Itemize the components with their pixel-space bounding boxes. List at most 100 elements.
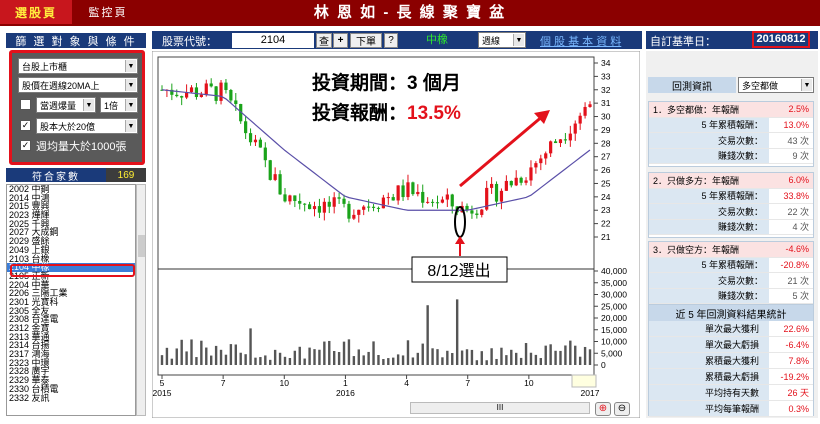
candle-body	[189, 87, 194, 93]
row-label: 5 年累積報酬：	[649, 188, 769, 203]
backtest-section: 1．多空都做：年報酬 2.5% 5 年累積報酬： 13.0% 交易次數： 43 次賺錢次數…	[648, 101, 814, 167]
base-date-value[interactable]: 20160812	[752, 31, 810, 48]
volume-bar	[559, 350, 562, 365]
volume-bar	[416, 352, 420, 365]
candle-body	[229, 89, 233, 101]
volume-checkbox[interactable]	[20, 99, 31, 110]
volume-bar	[372, 341, 375, 365]
backtest-row: 賺錢次數： 5 次	[649, 288, 813, 304]
list-item[interactable]: 2332 友訊	[7, 393, 135, 403]
stats-title: 近 5 年回測資料結果統計	[649, 305, 813, 321]
volume-bar	[406, 340, 410, 365]
stats-row: 單次最大虧損 -6.4%	[649, 337, 813, 353]
candle-body	[534, 163, 538, 168]
volume-bar	[278, 352, 282, 365]
volume-bar	[362, 355, 365, 365]
volume-bar	[574, 345, 577, 365]
vol-tick-label: 15,000	[601, 325, 627, 335]
candle-body	[568, 133, 572, 141]
code-input[interactable]: 2104	[232, 33, 314, 48]
volume-condition-select[interactable]: 當週爆量 ▼	[36, 97, 96, 113]
stats-row: 平均每筆報酬 0.3%	[649, 401, 813, 417]
volume-bar	[367, 351, 370, 365]
volume-bar	[293, 350, 297, 365]
volume-bar	[465, 349, 469, 365]
volume-bar	[269, 359, 272, 365]
volume-bar	[549, 344, 552, 365]
volume-bar	[505, 355, 508, 365]
stats-label: 累積最大虧損	[649, 369, 769, 384]
volume-multiplier-select[interactable]: 1倍 ▼	[100, 97, 138, 113]
zoom-out-icon[interactable]: ⊖	[614, 402, 630, 416]
row-value: 21 次	[769, 273, 813, 288]
volume-bar	[490, 348, 493, 365]
candle-body	[376, 207, 381, 209]
y-tick-label: 29	[601, 125, 611, 135]
stats-row: 單次最大獲利 22.6%	[649, 321, 813, 337]
volume-bar	[446, 350, 449, 365]
market-select[interactable]: 台股上市櫃 ▼	[18, 58, 138, 74]
volume-bar	[495, 358, 498, 365]
chevron-down-icon: ▼	[125, 79, 136, 91]
volume-multiplier-value: 1倍	[104, 100, 119, 111]
candle-body	[180, 96, 184, 98]
backtest-row: 賺錢次數： 9 次	[649, 148, 813, 164]
section-header-value: 2.5%	[769, 102, 813, 117]
volume-bar	[411, 357, 415, 365]
price-condition-select[interactable]: 股價在週線20MA上 ▼	[18, 77, 138, 93]
stock-list[interactable]: 2002 中鋼 2014 中鴻 2015 豐興 2023 燁輝 2025 千興 2027 …	[6, 184, 136, 416]
help-button[interactable]: ?	[384, 33, 398, 48]
x-tick-label: 7	[221, 378, 226, 388]
y-tick-label: 32	[601, 85, 611, 95]
volume-bar	[347, 339, 351, 365]
stats-value: 26 天	[769, 385, 813, 400]
volume-bar	[328, 340, 331, 365]
base-date-label: 自訂基準日：	[650, 36, 716, 48]
order-button[interactable]: 下單	[350, 33, 382, 48]
tab-stock-picking[interactable]: 選股頁	[0, 0, 72, 24]
volume-bar	[337, 352, 341, 365]
capital-condition-select[interactable]: 股本大於20億 ▼	[36, 118, 138, 134]
capital-checkbox[interactable]: ✓	[20, 120, 31, 131]
vol-tick-label: 30,000	[601, 290, 627, 300]
backtest-mode-select[interactable]: 多空都做 ▼	[738, 77, 814, 93]
x-tick-label: 10	[524, 378, 534, 388]
row-value: 33.8%	[769, 188, 813, 203]
x-tick-label: 10	[280, 378, 290, 388]
weekly-volume-checkbox[interactable]: ✓	[20, 140, 31, 151]
y-tick-label: 31	[601, 98, 611, 108]
candle-body	[549, 141, 553, 154]
scrollbar-thumb[interactable]	[138, 235, 145, 257]
volume-bar	[441, 357, 444, 365]
backtest-mode-value: 多空都做	[742, 80, 779, 91]
stats-row: 累積最大獲利 7.8%	[649, 353, 813, 369]
basic-info-link[interactable]: 個 股 基 本 資 料	[540, 33, 621, 49]
vol-tick-label: 25,000	[601, 301, 627, 311]
section-header-value: -4.6%	[769, 242, 813, 257]
row-value: 5 次	[769, 288, 813, 303]
zoom-in-icon[interactable]: ⊕	[595, 402, 611, 416]
period-select[interactable]: 週線 ▼	[478, 32, 526, 48]
candle-body	[332, 197, 336, 207]
query-button[interactable]: 查	[316, 33, 332, 48]
stats-row: 累積最大虧損 -19.2%	[649, 369, 813, 385]
volume-bar	[421, 343, 424, 365]
volume-bar	[475, 360, 479, 365]
candle-body	[194, 87, 199, 98]
row-label: 賺錢次數：	[649, 148, 769, 163]
volume-bar	[229, 344, 233, 365]
candle-body	[347, 203, 351, 219]
chart-scrollbar[interactable]: III	[410, 402, 590, 414]
tab-monitor[interactable]: 監控頁	[74, 0, 142, 24]
volume-bar	[431, 348, 434, 365]
candle-body	[342, 198, 346, 204]
stats-label: 平均持有天數	[649, 385, 769, 400]
candle-body	[426, 201, 430, 203]
add-button[interactable]: +	[333, 33, 348, 48]
candle-body	[214, 86, 218, 101]
section-header: 1．多空都做：年報酬 2.5%	[649, 102, 813, 118]
candle-body	[411, 182, 415, 195]
x-year-label: 2015	[153, 388, 172, 398]
stock-list-scrollbar[interactable]	[136, 184, 146, 416]
candle-body	[416, 191, 420, 195]
